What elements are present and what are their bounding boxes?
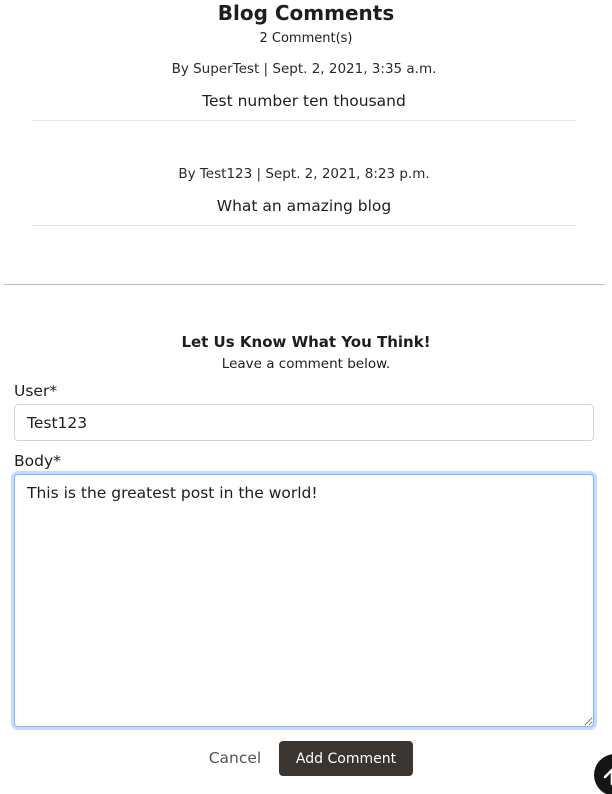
comment-divider	[32, 225, 576, 226]
comment-item: By Test123 | Sept. 2, 2021, 8:23 p.m. Wh…	[32, 166, 576, 226]
comment-meta: By SuperTest | Sept. 2, 2021, 3:35 a.m.	[171, 61, 437, 77]
scroll-to-top-button[interactable]	[594, 754, 612, 794]
comment-divider	[32, 120, 576, 121]
arrow-up-icon	[603, 768, 612, 786]
body-label: Body*	[14, 452, 61, 470]
user-input[interactable]	[14, 404, 594, 441]
section-divider	[4, 284, 605, 285]
form-subtitle: Leave a comment below.	[221, 356, 391, 372]
page: Blog Comments 2 Comment(s) By SuperTest …	[0, 0, 612, 794]
comment-item: By SuperTest | Sept. 2, 2021, 3:35 a.m. …	[32, 61, 576, 121]
comment-meta: By Test123 | Sept. 2, 2021, 8:23 p.m.	[178, 166, 430, 182]
comment-count: 2 Comment(s)	[259, 31, 353, 46]
body-textarea[interactable]: This is the greatest post in the world!	[14, 474, 594, 727]
user-label: User*	[14, 382, 58, 400]
add-comment-button[interactable]: Add Comment	[279, 741, 413, 776]
comment-body: What an amazing blog	[216, 197, 392, 215]
form-title: Let Us Know What You Think!	[181, 333, 431, 351]
comments-heading: Blog Comments	[217, 1, 395, 25]
cancel-button[interactable]: Cancel	[196, 741, 274, 775]
comment-body: Test number ten thousand	[202, 92, 406, 110]
